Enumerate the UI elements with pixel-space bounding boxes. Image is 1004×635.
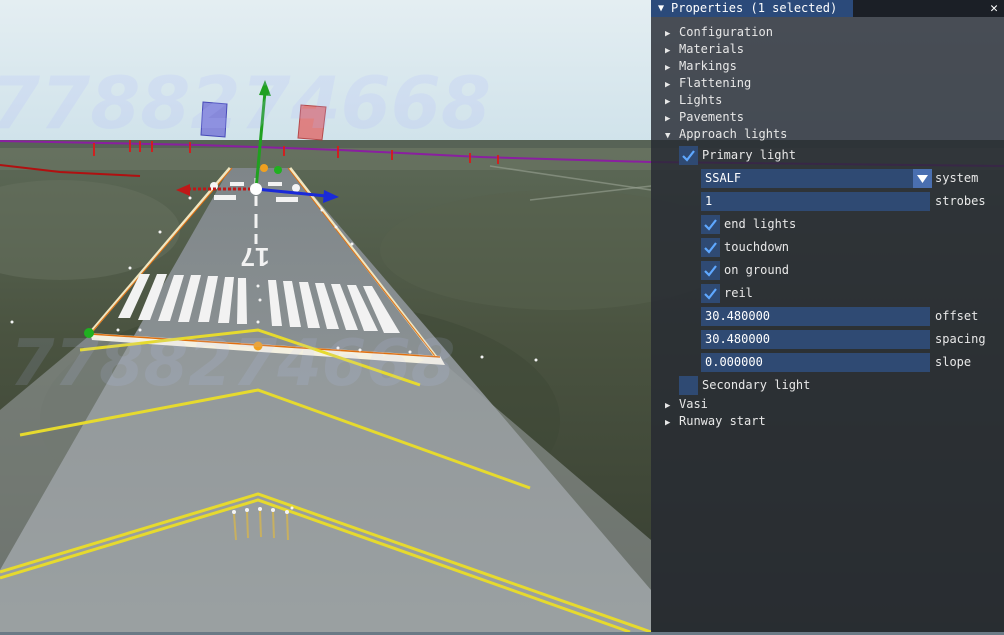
reil-checkbox[interactable] [701,284,720,303]
section-materials[interactable]: ▶ Materials [665,41,744,58]
system-select[interactable]: SSALF [701,169,913,188]
section-vasi[interactable]: ▶ Vasi [665,396,708,413]
section-approach-lights[interactable]: ▼ Approach lights [665,126,787,143]
triangle-right-icon: ▶ [665,418,671,428]
strobes-input[interactable]: 1 [701,192,930,211]
system-label: system [935,171,979,185]
strobes-label: strobes [935,194,986,208]
section-flattening[interactable]: ▶ Flattening [665,75,751,92]
section-runway-start[interactable]: ▶ Runway start [665,413,766,430]
end-lights-checkbox[interactable] [701,215,720,234]
reil-label: reil [724,286,753,300]
checkmark-icon [704,265,717,277]
triangle-down-icon[interactable]: ▼ [655,0,667,17]
chevron-down-icon [917,175,928,183]
on-ground-label: on ground [724,263,790,277]
secondary-light-label: Secondary light [702,378,811,392]
on-ground-checkbox[interactable] [701,261,720,280]
panel-title: Properties (1 selected) [671,1,838,15]
properties-panel: ▼ Properties (1 selected) ✕ ▶ Configurati… [651,0,1004,632]
dropdown-arrow-button[interactable] [913,169,932,188]
panel-title-tab[interactable]: ▼ Properties (1 selected) [651,0,853,17]
triangle-down-icon: ▼ [665,131,671,141]
end-lights-label: end lights [724,217,797,231]
watermark: 7788274668 [0,61,491,145]
offset-label: offset [935,309,979,323]
primary-light-checkbox[interactable] [679,146,698,165]
checkmark-icon [704,219,717,231]
checkmark-icon [704,242,717,254]
spacing-input[interactable]: 30.480000 [701,330,930,349]
touchdown-checkbox[interactable] [701,238,720,257]
slope-label: slope [935,355,972,369]
runway-number: 17 [241,242,270,272]
checkmark-icon [682,150,695,162]
section-configuration[interactable]: ▶ Configuration [665,24,773,41]
section-markings[interactable]: ▶ Markings [665,58,737,75]
section-lights[interactable]: ▶ Lights [665,92,722,109]
watermark: 7788274668 [10,327,455,401]
close-icon[interactable]: ✕ [990,0,998,17]
touchdown-label: touchdown [724,240,790,254]
checkmark-icon [704,288,717,300]
panel-title-bar[interactable]: ▼ Properties (1 selected) ✕ [651,0,1004,17]
secondary-light-checkbox[interactable] [679,376,698,395]
primary-light-label: Primary light [702,148,796,162]
spacing-label: spacing [935,332,986,346]
slope-input[interactable]: 0.000000 [701,353,930,372]
corner-handle-far-right[interactable] [274,166,282,174]
section-pavements[interactable]: ▶ Pavements [665,109,744,126]
offset-input[interactable]: 30.480000 [701,307,930,326]
